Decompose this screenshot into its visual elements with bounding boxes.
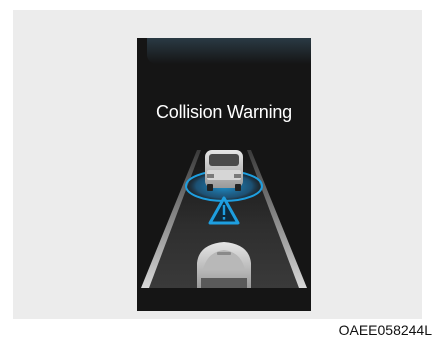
cluster-display: Collision Warning (137, 38, 311, 311)
car-front-icon (205, 150, 243, 191)
display-top-bar (147, 38, 311, 64)
collision-warning-message: Collision Warning (156, 102, 292, 122)
display-bottom-bar (137, 288, 311, 311)
display-graphic (137, 38, 311, 311)
car-own-icon (197, 242, 251, 288)
figure-code: OAEE058244L (338, 322, 432, 338)
